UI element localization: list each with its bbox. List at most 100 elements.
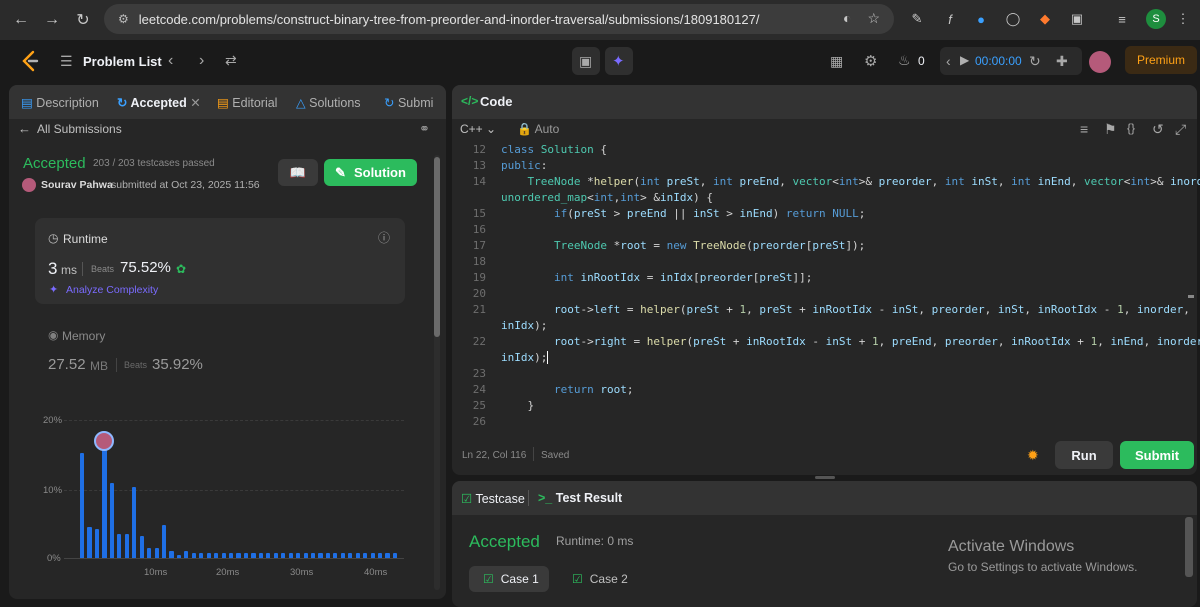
auto-mode[interactable]: 🔒 Auto [517, 122, 559, 136]
case-2-tab[interactable]: ☑ Case 2 [560, 566, 640, 592]
runtime-card[interactable]: ◷ Runtime ⓘ 3 ms Beats 75.52% ✿ ✦ Analyz… [35, 218, 405, 304]
distribution-bar[interactable] [206, 553, 211, 558]
distribution-bar[interactable] [184, 551, 189, 558]
problem-list-link[interactable]: Problem List [83, 54, 162, 69]
distribution-bar[interactable] [243, 553, 249, 558]
distribution-bar[interactable] [333, 553, 338, 558]
distribution-bar[interactable] [355, 553, 360, 558]
reset-code-icon[interactable]: ↺ [1152, 121, 1164, 138]
distribution-bar[interactable] [229, 553, 234, 558]
back-arrow-icon[interactable]: ← [18, 121, 31, 136]
notes-button[interactable]: ▣ [572, 47, 600, 75]
distribution-bar[interactable] [266, 553, 271, 558]
distribution-bar[interactable] [87, 527, 92, 558]
distribution-bar[interactable] [154, 547, 159, 558]
prev-problem-chevron-icon[interactable]: ‹ [168, 52, 173, 70]
result-scrollbar[interactable] [1185, 517, 1193, 577]
distribution-bar[interactable] [273, 553, 278, 558]
distribution-bar[interactable] [325, 553, 331, 558]
tab-description[interactable]: ▤ Description [21, 95, 99, 110]
settings-gear-icon[interactable]: ⚙ [864, 52, 877, 70]
distribution-bar[interactable] [318, 553, 323, 558]
submit-button[interactable]: Submit [1120, 441, 1194, 469]
editor-scrollbar[interactable] [1188, 145, 1194, 435]
tab-testcase[interactable]: ☑ Testcase [461, 491, 525, 506]
language-select[interactable]: C++ ⌄ [460, 122, 496, 136]
extension-pen-icon[interactable]: ✎ [908, 10, 926, 28]
distribution-bar[interactable] [161, 525, 167, 558]
shuffle-icon[interactable]: ⇄ [225, 52, 237, 69]
site-info-icon[interactable]: ⚙ [118, 12, 129, 26]
reload-icon[interactable]: ↻ [68, 5, 98, 35]
distribution-bar[interactable] [176, 554, 182, 558]
distribution-bar[interactable] [303, 553, 308, 558]
distribution-bar[interactable] [124, 534, 129, 558]
distribution-bar[interactable] [258, 553, 263, 558]
my-runtime-marker[interactable] [93, 530, 115, 552]
timer-play-icon[interactable]: ▶ [960, 53, 969, 67]
distribution-bar[interactable] [310, 553, 316, 558]
distribution-bar[interactable] [385, 553, 390, 558]
distribution-bar[interactable] [340, 553, 345, 558]
streak-flame-icon[interactable]: ♨ [898, 52, 911, 69]
my-submission-avatar[interactable] [94, 431, 114, 451]
case-1-tab[interactable]: ☑ Case 1 [469, 566, 549, 592]
fullscreen-icon[interactable]: ⤢ [1175, 121, 1186, 138]
user-avatar[interactable] [1089, 51, 1111, 73]
tab-editorial[interactable]: ▤ Editorial [217, 95, 277, 110]
distribution-bar[interactable] [214, 553, 219, 558]
distribution-bar[interactable] [236, 553, 241, 558]
info-icon[interactable]: ⓘ [378, 229, 390, 246]
left-scrollbar[interactable] [432, 155, 442, 595]
forward-arrow-icon[interactable]: → [37, 5, 67, 35]
distribution-bar[interactable] [281, 553, 286, 558]
braces-icon[interactable]: {} [1127, 121, 1135, 135]
back-arrow-icon[interactable]: ← [6, 5, 36, 35]
layout-grid-icon[interactable]: ▦ [830, 53, 843, 70]
extensions-puzzle-icon[interactable]: ▣ [1068, 10, 1086, 28]
format-align-icon[interactable]: ≡ [1080, 121, 1088, 137]
extension-compass-icon[interactable]: ◯ [1004, 10, 1022, 28]
distribution-bar[interactable] [392, 553, 398, 558]
next-problem-chevron-icon[interactable]: › [199, 52, 204, 70]
tab-accepted[interactable]: ↻ Accepted ✕ [117, 95, 201, 110]
distribution-bar[interactable] [132, 486, 137, 558]
address-bar[interactable]: ⚙ leetcode.com/problems/construct-binary… [104, 4, 894, 34]
tab-submissions[interactable]: ↻ Submi [384, 95, 433, 110]
run-button[interactable]: Run [1055, 441, 1113, 469]
ai-assist-button[interactable]: ✦ [605, 47, 633, 75]
panel-resize-handle[interactable] [815, 476, 835, 479]
all-submissions-link[interactable]: All Submissions [37, 122, 122, 136]
extension-blue-icon[interactable]: ● [972, 10, 990, 28]
timer-collapse-chevron-icon[interactable]: ‹ [946, 53, 951, 69]
distribution-bar[interactable] [251, 553, 256, 558]
distribution-bar[interactable] [191, 553, 196, 558]
distribution-bar[interactable] [363, 553, 368, 558]
editorial-book-button[interactable]: 📖 [278, 159, 318, 186]
problem-list-icon[interactable]: ☰ [60, 53, 73, 70]
share-link-icon[interactable]: ⚭ [419, 121, 430, 137]
distribution-bar[interactable] [147, 547, 152, 558]
bookmark-star-icon[interactable]: ☆ [867, 10, 880, 27]
scrollbar-thumb[interactable] [434, 157, 440, 337]
premium-button[interactable]: Premium [1125, 46, 1197, 74]
profile-avatar[interactable]: S [1146, 9, 1166, 29]
distribution-bar[interactable] [199, 553, 204, 558]
distribution-bar[interactable] [117, 534, 122, 558]
reading-list-icon[interactable]: ≡ [1113, 10, 1131, 28]
bookmark-icon[interactable]: ⚑ [1104, 121, 1117, 138]
distribution-bar[interactable] [370, 553, 375, 558]
analyze-complexity-link[interactable]: Analyze Complexity [66, 284, 158, 296]
distribution-bar[interactable] [288, 553, 293, 558]
distribution-bar[interactable] [169, 551, 174, 558]
browser-menu-icon[interactable]: ⋮ [1174, 10, 1192, 28]
distribution-bar[interactable] [80, 452, 85, 558]
close-tab-icon[interactable]: ✕ [190, 96, 200, 110]
author-name[interactable]: Sourav Pahwa [41, 179, 113, 191]
add-friend-icon[interactable]: ✚ [1056, 53, 1068, 70]
tab-solutions[interactable]: △ Solutions [296, 95, 361, 110]
leetcode-logo-icon[interactable] [20, 50, 40, 72]
debug-bug-icon[interactable]: ✹ [1027, 447, 1039, 464]
distribution-bar[interactable] [139, 536, 144, 558]
extension-fox-icon[interactable]: ◆ [1036, 10, 1054, 28]
